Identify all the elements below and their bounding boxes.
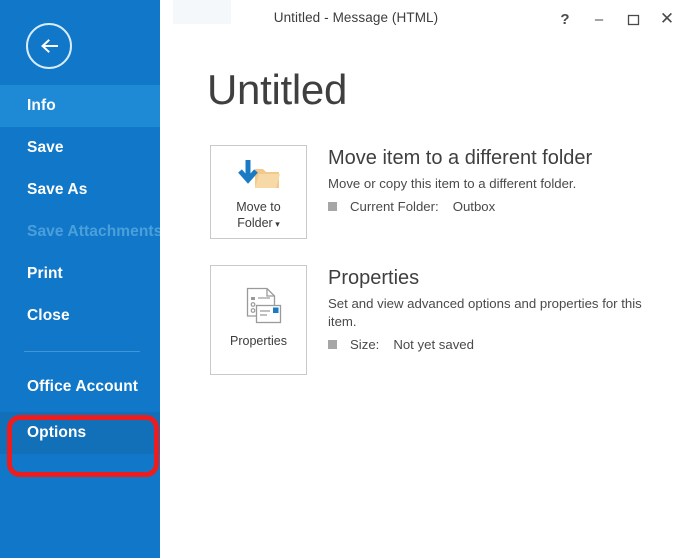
maximize-button[interactable]: [616, 5, 650, 33]
sidebar-item-office-account[interactable]: Office Account: [0, 366, 160, 408]
row-heading: Move item to a different folder: [328, 147, 593, 169]
properties-button-label: Properties: [230, 333, 287, 349]
row-heading: Properties: [328, 267, 420, 289]
sidebar-item-save-attachments: Save Attachments: [0, 211, 163, 253]
fact-value: Outbox: [452, 199, 496, 214]
back-button[interactable]: [26, 23, 72, 69]
sidebar-item-label: Save: [27, 139, 64, 156]
backstage-content: Untitled - Message (HTML) ? – ✕ Untitled…: [160, 0, 692, 558]
fact-label: Size:: [350, 337, 380, 352]
sidebar-item-label: Office Account: [27, 378, 139, 395]
minimize-button[interactable]: –: [582, 5, 616, 33]
current-folder-fact: Current Folder: Outbox: [328, 199, 668, 214]
help-button[interactable]: ?: [548, 5, 582, 33]
button-label-line2: Folder: [237, 216, 273, 230]
bullet-square-icon: [328, 340, 337, 349]
fact-label: Current Folder:: [350, 199, 439, 214]
backstage-nav-list: Info Save Save As Save Attachments Print…: [0, 85, 163, 454]
sidebar-item-label: Save As: [27, 181, 88, 198]
close-button[interactable]: ✕: [650, 5, 684, 33]
backstage-sidebar: Info Save Save As Save Attachments Print…: [0, 0, 163, 558]
sidebar-item-label: Close: [27, 307, 70, 324]
sidebar-item-close[interactable]: Close: [0, 295, 160, 337]
back-arrow-icon: [41, 39, 58, 53]
sidebar-item-print[interactable]: Print: [0, 253, 160, 295]
properties-button[interactable]: Properties: [210, 265, 307, 375]
properties-text-block: Properties Set and view advanced options…: [328, 265, 668, 352]
move-to-folder-icon: [237, 157, 280, 195]
sidebar-item-save[interactable]: Save: [0, 127, 160, 169]
row-description: Move or copy this item to a different fo…: [328, 176, 577, 191]
fact-value: Not yet saved: [393, 337, 474, 352]
properties-icon: [236, 283, 282, 329]
move-to-folder-text-block: Move item to a different folder Move or …: [328, 145, 668, 214]
sidebar-item-label: Options: [27, 424, 87, 441]
backstage-view: Info Save Save As Save Attachments Print…: [0, 0, 692, 558]
window-controls: ? – ✕: [548, 5, 684, 33]
sidebar-item-label: Save Attachments: [27, 223, 163, 240]
close-icon: ✕: [659, 9, 675, 28]
sidebar-item-options[interactable]: Options: [0, 412, 160, 454]
page-title: Untitled: [207, 66, 348, 113]
sidebar-item-label: Info: [27, 97, 56, 114]
button-label-line1: Move to: [236, 200, 281, 214]
sidebar-divider: [24, 351, 140, 352]
sidebar-item-info[interactable]: Info: [0, 85, 160, 127]
move-to-folder-button[interactable]: Move to Folder ▾: [210, 145, 307, 239]
sidebar-item-save-as[interactable]: Save As: [0, 169, 160, 211]
bullet-square-icon: [328, 202, 337, 211]
maximize-icon: [627, 14, 639, 25]
sidebar-item-label: Print: [27, 265, 63, 282]
chevron-down-icon[interactable]: ▾: [273, 219, 280, 229]
minimize-icon: –: [594, 10, 604, 28]
title-bar: Untitled - Message (HTML) ? – ✕: [160, 0, 692, 38]
folder-with-down-arrow-icon: [237, 160, 280, 188]
size-fact: Size: Not yet saved: [328, 337, 668, 352]
question-mark-icon: ?: [560, 10, 570, 28]
row-description: Set and view advanced options and proper…: [328, 296, 642, 329]
move-to-folder-button-label: Move to Folder ▾: [236, 199, 280, 232]
document-with-card-icon: [246, 287, 281, 324]
button-label-line1: Properties: [230, 334, 287, 348]
